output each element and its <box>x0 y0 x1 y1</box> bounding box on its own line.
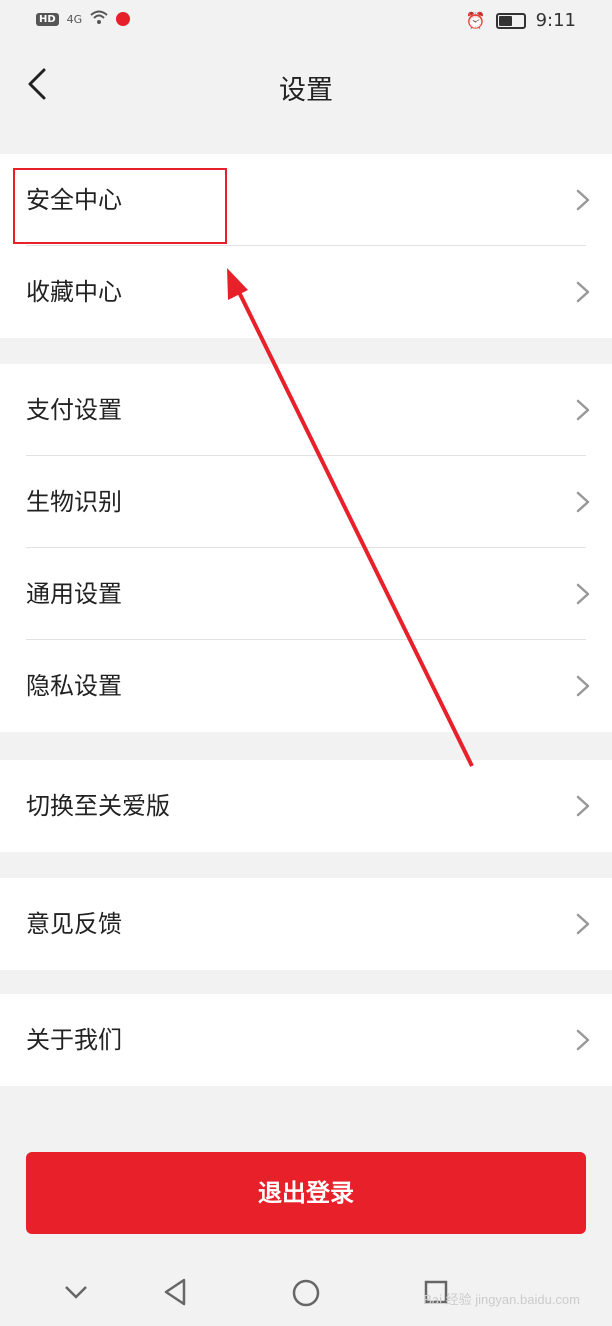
annotation-arrow <box>227 268 474 767</box>
home-nav-icon[interactable] <box>291 1278 321 1308</box>
collapse-icon[interactable] <box>64 1284 88 1300</box>
system-nav-bar <box>0 1250 612 1326</box>
back-nav-icon[interactable] <box>162 1278 188 1306</box>
logout-button[interactable]: 退出登录 <box>26 1152 586 1234</box>
watermark: Bai 经验 jingyan.baidu.com <box>423 1292 580 1307</box>
